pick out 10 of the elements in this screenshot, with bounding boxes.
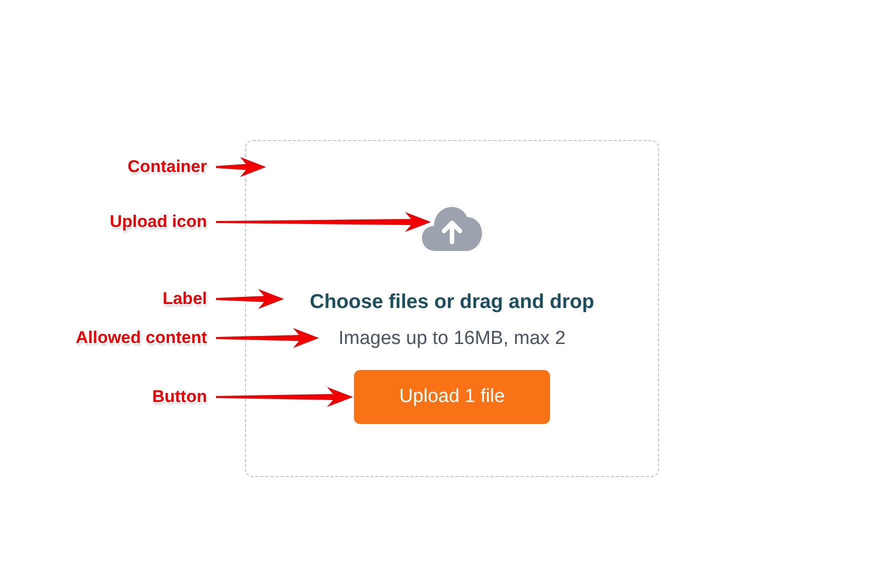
annotation-label: Container — [128, 157, 207, 177]
arrow — [216, 288, 284, 310]
annotation-label: Button — [152, 387, 207, 407]
allowed-content-text: Images up to 16MB, max 2 — [338, 327, 566, 351]
annotation-label: Upload icon — [110, 212, 207, 232]
annotation-label: Label — [162, 289, 207, 309]
cloud-upload-icon — [422, 205, 482, 251]
dropzone-label: Choose files or drag and drop — [310, 290, 594, 315]
arrow — [216, 156, 266, 178]
annotation-label: Allowed content — [76, 328, 207, 348]
